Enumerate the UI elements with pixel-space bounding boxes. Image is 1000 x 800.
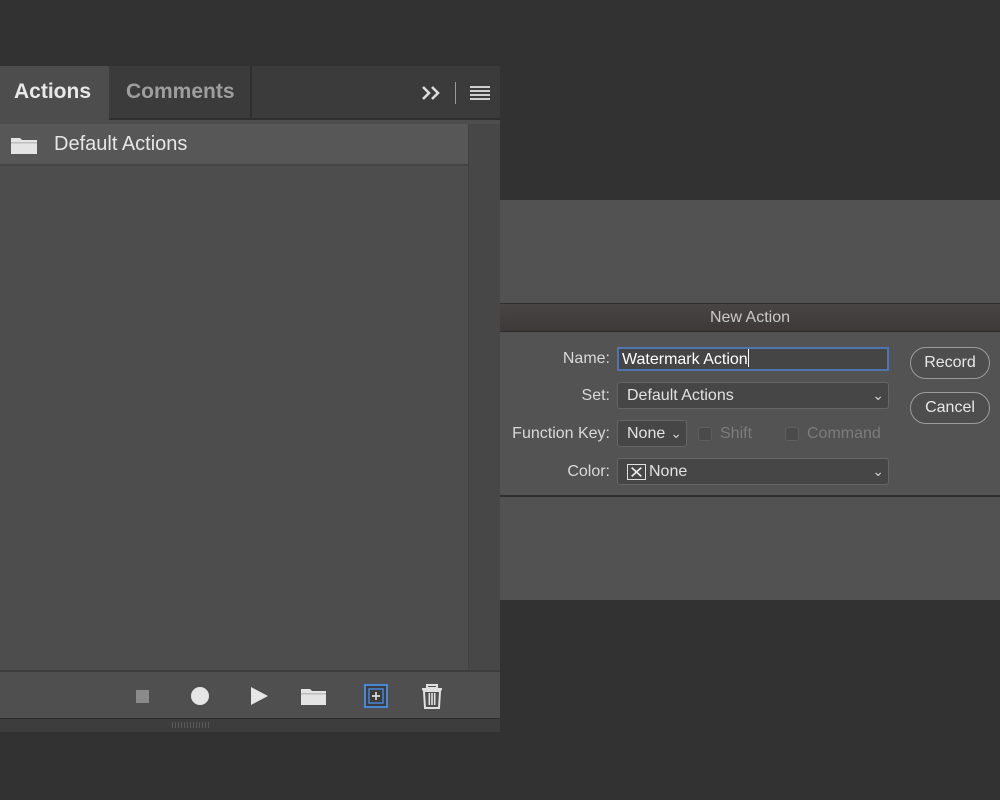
new-set-folder-icon[interactable] bbox=[300, 682, 328, 710]
chevron-down-icon: ⌄ bbox=[872, 463, 884, 479]
function-key-select[interactable]: None ⌄ bbox=[617, 420, 687, 447]
set-select-value: Default Actions bbox=[627, 387, 734, 404]
color-select[interactable]: None ⌄ bbox=[617, 458, 889, 485]
actions-bottom-toolbar bbox=[0, 670, 500, 718]
command-label: Command bbox=[807, 425, 881, 442]
record-icon[interactable] bbox=[186, 682, 214, 710]
set-label: Set: bbox=[581, 387, 610, 404]
new-action-dialog: New Action Name: Watermark Action Set: D… bbox=[500, 303, 1000, 497]
new-action-icon[interactable] bbox=[362, 682, 390, 710]
color-select-value: None bbox=[649, 463, 688, 480]
name-label: Name: bbox=[562, 350, 610, 367]
play-icon[interactable] bbox=[245, 682, 273, 710]
expand-double-chevron-icon[interactable] bbox=[420, 80, 444, 106]
function-key-value: None bbox=[627, 425, 666, 442]
actions-panel: Actions Comments Default Actions bbox=[0, 66, 500, 732]
action-set-default-actions[interactable]: Default Actions bbox=[0, 124, 468, 166]
actions-list-scrollbar[interactable] bbox=[468, 124, 500, 670]
shift-checkbox[interactable] bbox=[698, 427, 712, 441]
function-key-label: Function Key: bbox=[512, 425, 610, 442]
shift-label: Shift bbox=[720, 425, 753, 442]
text-caret bbox=[747, 349, 749, 367]
chevron-down-icon: ⌄ bbox=[872, 387, 884, 403]
panel-tab-bar: Actions Comments bbox=[0, 66, 500, 122]
tab-actions[interactable]: Actions bbox=[0, 66, 109, 122]
no-color-x-icon bbox=[627, 464, 646, 480]
dialog-title: New Action bbox=[500, 304, 1000, 332]
folder-icon bbox=[11, 138, 37, 154]
panel-resize-handle[interactable] bbox=[0, 718, 500, 732]
stop-icon[interactable] bbox=[128, 682, 156, 710]
tab-comments[interactable]: Comments bbox=[109, 66, 252, 120]
command-checkbox[interactable] bbox=[785, 427, 799, 441]
cancel-button[interactable]: Cancel bbox=[910, 392, 990, 424]
resize-grip-icon bbox=[172, 722, 210, 728]
dialog-backdrop: New Action Name: Watermark Action Set: D… bbox=[500, 200, 1000, 600]
action-name-input[interactable]: Watermark Action bbox=[617, 347, 889, 371]
action-name-value: Watermark Action bbox=[622, 351, 748, 368]
action-set-label: Default Actions bbox=[54, 133, 188, 155]
trash-icon[interactable] bbox=[418, 682, 446, 710]
toolbar-divider bbox=[455, 82, 456, 104]
color-label: Color: bbox=[567, 463, 610, 480]
set-select[interactable]: Default Actions ⌄ bbox=[617, 382, 889, 409]
record-button[interactable]: Record bbox=[910, 347, 990, 379]
chevron-down-icon: ⌄ bbox=[670, 425, 682, 441]
panel-menu-icon[interactable] bbox=[469, 80, 491, 106]
